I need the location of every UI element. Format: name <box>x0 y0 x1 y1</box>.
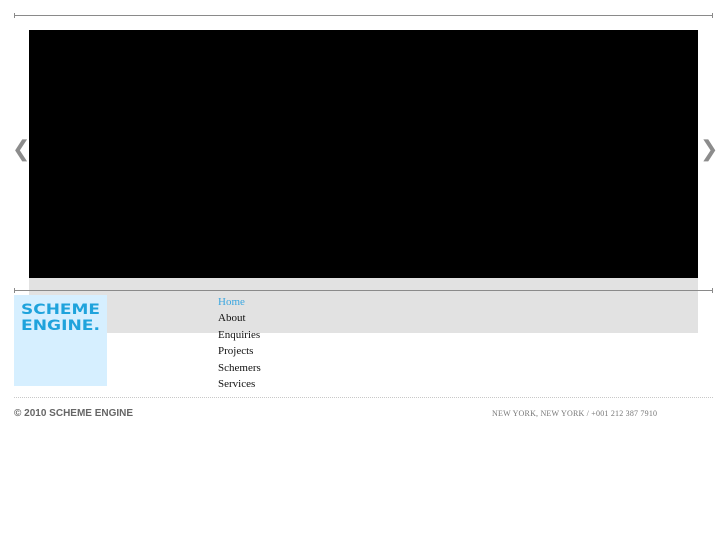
svg-text:ENGINE.: ENGINE. <box>21 318 100 331</box>
nav-item-home[interactable]: Home <box>218 294 261 310</box>
main-navigation: Home About Enquiries Projects Schemers S… <box>218 294 261 392</box>
copyright-text: © 2010 SCHEME ENGINE <box>14 408 134 419</box>
middle-divider <box>14 288 713 293</box>
footer-divider <box>14 397 713 398</box>
nav-item-enquiries[interactable]: Enquiries <box>218 327 261 343</box>
nav-item-projects[interactable]: Projects <box>218 343 261 359</box>
scheme-engine-logo-icon: SCHEME ENGINE. <box>21 302 100 331</box>
slideshow-image <box>29 30 698 278</box>
nav-item-schemers[interactable]: Schemers <box>218 360 261 376</box>
contact-info: NEW YORK, NEW YORK / +001 212 387 7910 <box>492 409 658 418</box>
top-divider <box>14 13 713 18</box>
previous-slide-arrow-icon[interactable]: ❮ <box>12 138 30 162</box>
next-slide-arrow-icon[interactable]: ❯ <box>700 138 718 162</box>
svg-text:SCHEME: SCHEME <box>21 302 100 318</box>
nav-item-services[interactable]: Services <box>218 376 261 392</box>
site-logo[interactable]: SCHEME ENGINE. <box>14 295 107 386</box>
nav-item-about[interactable]: About <box>218 310 261 326</box>
slideshow-caption-band <box>29 278 698 333</box>
